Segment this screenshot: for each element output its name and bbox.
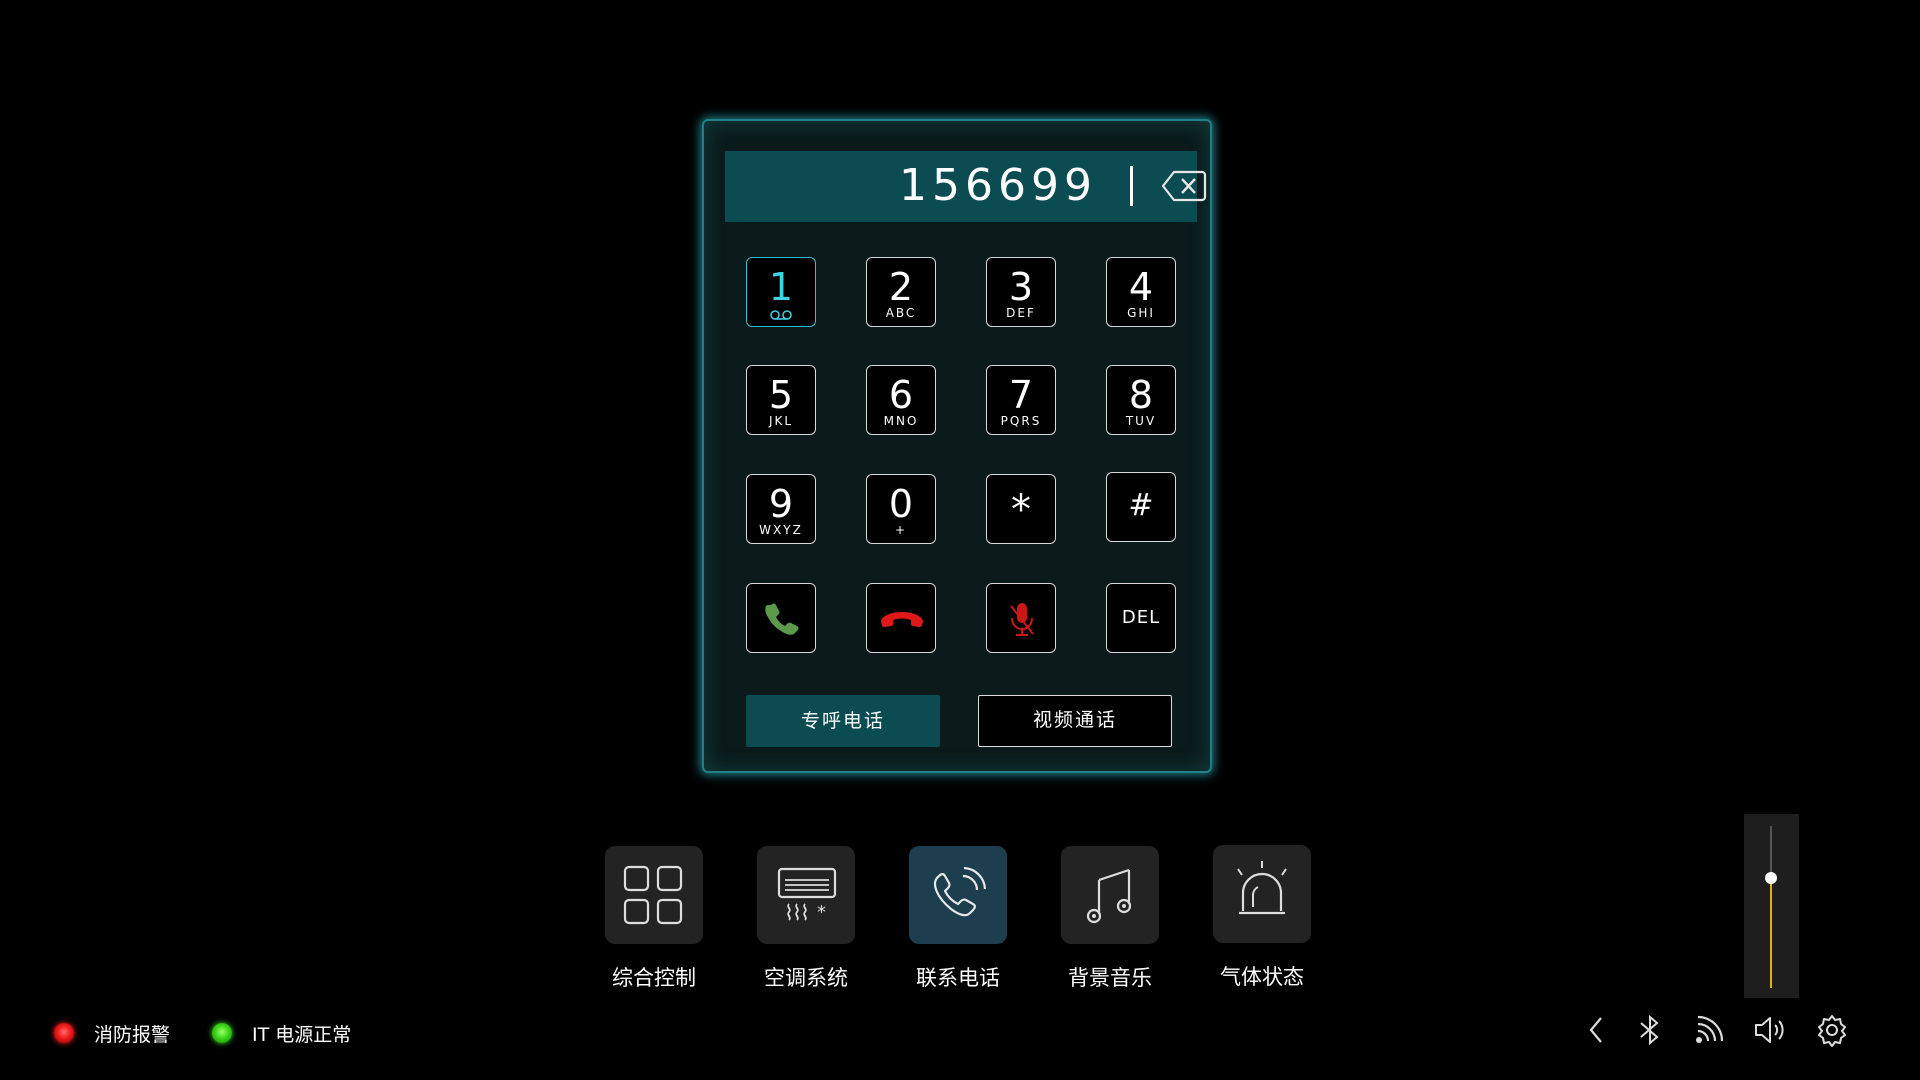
wireless-icon[interactable] — [1690, 1012, 1726, 1048]
key-9[interactable]: 9 WXYZ — [746, 474, 816, 544]
grid-icon — [605, 846, 703, 944]
volume-slider[interactable] — [1744, 814, 1799, 998]
number-display: 156699 — [725, 151, 1207, 222]
speaker-icon[interactable] — [1752, 1012, 1788, 1048]
key-6[interactable]: 6 MNO — [866, 365, 936, 435]
it-power-indicator — [212, 1023, 232, 1043]
hotline-button[interactable]: 专呼电话 — [746, 695, 940, 747]
dock-item-background-music[interactable]: 背景音乐 — [1050, 846, 1170, 992]
key-2[interactable]: 2 ABC — [866, 257, 936, 327]
svg-text:*: * — [817, 902, 826, 923]
voicemail-icon — [747, 306, 815, 320]
bluetooth-icon[interactable] — [1632, 1012, 1668, 1048]
backspace-icon[interactable] — [1161, 169, 1207, 203]
phone-ringing-icon — [909, 846, 1007, 944]
dialed-number: 156699 — [899, 160, 1097, 211]
key-0[interactable]: 0 + — [866, 474, 936, 544]
key-5[interactable]: 5 JKL — [746, 365, 816, 435]
hangup-button[interactable] — [866, 583, 936, 653]
it-power-status: IT 电源正常 — [212, 1018, 351, 1048]
dialer-panel: 156699 1 2 ABC 3 DEF 4 GHI 5 JKL 6 MNO 7… — [702, 119, 1212, 773]
dock-item-gas-status[interactable]: 气体状态 — [1202, 845, 1322, 991]
back-chevron-icon[interactable] — [1579, 1012, 1615, 1048]
music-note-icon — [1061, 846, 1159, 944]
fire-alarm-indicator — [54, 1023, 74, 1043]
volume-fill — [1770, 877, 1772, 988]
key-hash[interactable]: # — [1106, 472, 1176, 542]
key-1[interactable]: 1 — [746, 257, 816, 327]
video-call-button[interactable]: 视频通话 — [978, 695, 1172, 747]
call-button[interactable] — [746, 583, 816, 653]
alarm-siren-icon — [1213, 845, 1311, 943]
gear-icon[interactable] — [1814, 1012, 1850, 1048]
dock-item-air-conditioning[interactable]: * 空调系统 — [746, 846, 866, 992]
key-4[interactable]: 4 GHI — [1106, 257, 1176, 327]
key-8[interactable]: 8 TUV — [1106, 365, 1176, 435]
air-conditioner-icon: * — [757, 846, 855, 944]
key-3[interactable]: 3 DEF — [986, 257, 1056, 327]
dock-item-contact-phone[interactable]: 联系电话 — [898, 846, 1018, 992]
delete-button[interactable]: DEL — [1106, 583, 1176, 653]
key-7[interactable]: 7 PQRS — [986, 365, 1056, 435]
fire-alarm-status: 消防报警 — [54, 1018, 170, 1048]
dock-item-general-control[interactable]: 综合控制 — [594, 846, 714, 992]
mute-button[interactable] — [986, 583, 1056, 653]
text-cursor — [1130, 166, 1133, 206]
volume-thumb[interactable] — [1765, 871, 1777, 884]
key-star[interactable]: * — [986, 474, 1056, 544]
